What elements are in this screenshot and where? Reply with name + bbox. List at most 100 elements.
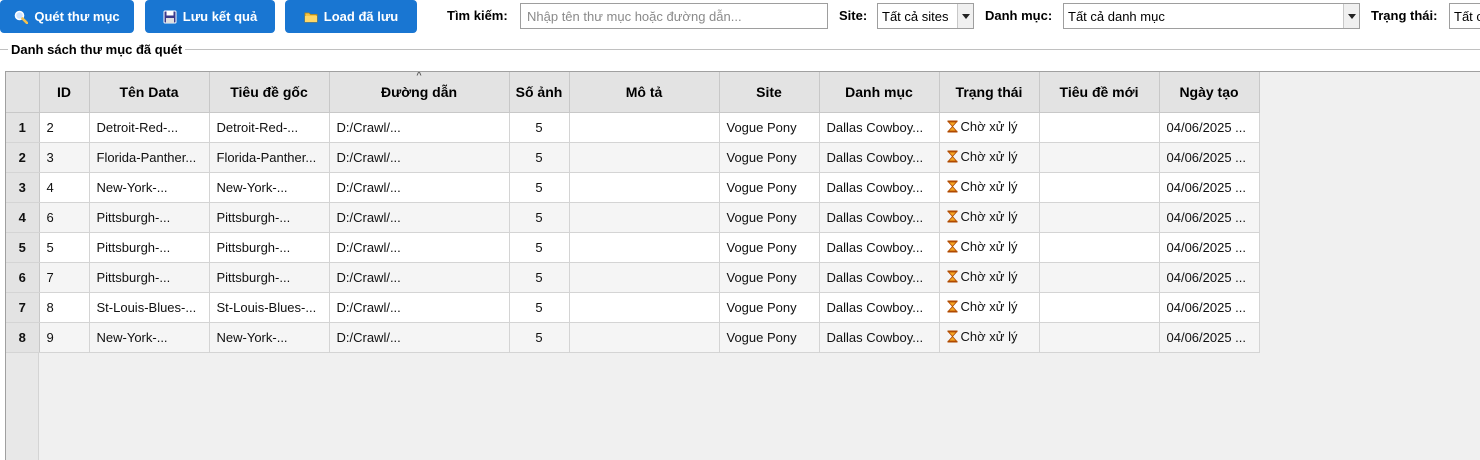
cell-category[interactable]: Dallas Cowboy...: [819, 172, 940, 203]
cell-desc[interactable]: [569, 292, 720, 323]
cell-created[interactable]: 04/06/2025 ...: [1159, 142, 1260, 173]
cell-name[interactable]: New-York-...: [89, 172, 210, 203]
cell-id[interactable]: 6: [39, 202, 90, 233]
cell-status[interactable]: Chờ xử lý: [939, 202, 1040, 233]
cell-desc[interactable]: [569, 142, 720, 173]
cell-new-title[interactable]: [1039, 262, 1160, 293]
cell-site[interactable]: Vogue Pony: [719, 202, 820, 233]
cell-created[interactable]: 04/06/2025 ...: [1159, 322, 1260, 353]
col-header-path[interactable]: ^ Đường dẫn: [329, 72, 510, 113]
cell-name[interactable]: Pittsburgh-...: [89, 202, 210, 233]
cell-desc[interactable]: [569, 172, 720, 203]
cell-status[interactable]: Chờ xử lý: [939, 322, 1040, 353]
table-row[interactable]: 7 8 St-Louis-Blues-... St-Louis-Blues-..…: [6, 292, 1260, 323]
cell-desc[interactable]: [569, 262, 720, 293]
col-header-created[interactable]: Ngày tạo: [1159, 72, 1260, 113]
cell-desc[interactable]: [569, 322, 720, 353]
cell-name[interactable]: Florida-Panther...: [89, 142, 210, 173]
cell-category[interactable]: Dallas Cowboy...: [819, 262, 940, 293]
cell-images[interactable]: 5: [509, 142, 570, 173]
cell-status[interactable]: Chờ xử lý: [939, 232, 1040, 263]
row-header[interactable]: 2: [6, 142, 40, 173]
cell-category[interactable]: Dallas Cowboy...: [819, 142, 940, 173]
cell-images[interactable]: 5: [509, 202, 570, 233]
cell-path[interactable]: D:/Crawl/...: [329, 172, 510, 203]
cell-images[interactable]: 5: [509, 292, 570, 323]
cell-name[interactable]: Pittsburgh-...: [89, 262, 210, 293]
cell-id[interactable]: 3: [39, 142, 90, 173]
folder-grid[interactable]: ID Tên Data Tiêu đề gốc ^ Đường dẫn Số ả…: [5, 71, 1480, 460]
cell-orig-title[interactable]: Pittsburgh-...: [209, 232, 330, 263]
cell-created[interactable]: 04/06/2025 ...: [1159, 202, 1260, 233]
cell-path[interactable]: D:/Crawl/...: [329, 262, 510, 293]
cell-name[interactable]: New-York-...: [89, 322, 210, 353]
cell-name[interactable]: St-Louis-Blues-...: [89, 292, 210, 323]
cell-site[interactable]: Vogue Pony: [719, 112, 820, 143]
table-row[interactable]: 1 2 Detroit-Red-... Detroit-Red-... D:/C…: [6, 112, 1260, 143]
chevron-down-icon[interactable]: [1343, 4, 1359, 28]
row-header[interactable]: 4: [6, 202, 40, 233]
cell-orig-title[interactable]: St-Louis-Blues-...: [209, 292, 330, 323]
col-header-name[interactable]: Tên Data: [89, 72, 210, 113]
cell-status[interactable]: Chờ xử lý: [939, 142, 1040, 173]
cell-id[interactable]: 5: [39, 232, 90, 263]
cell-path[interactable]: D:/Crawl/...: [329, 202, 510, 233]
cell-site[interactable]: Vogue Pony: [719, 142, 820, 173]
cell-category[interactable]: Dallas Cowboy...: [819, 232, 940, 263]
cell-new-title[interactable]: [1039, 232, 1160, 263]
cell-orig-title[interactable]: Pittsburgh-...: [209, 202, 330, 233]
cell-desc[interactable]: [569, 232, 720, 263]
cell-images[interactable]: 5: [509, 262, 570, 293]
col-header-status[interactable]: Trạng thái: [939, 72, 1040, 113]
cell-new-title[interactable]: [1039, 112, 1160, 143]
category-select[interactable]: Tất cả danh mục: [1063, 3, 1360, 29]
cell-orig-title[interactable]: New-York-...: [209, 172, 330, 203]
cell-site[interactable]: Vogue Pony: [719, 172, 820, 203]
table-row[interactable]: 6 7 Pittsburgh-... Pittsburgh-... D:/Cra…: [6, 262, 1260, 293]
cell-new-title[interactable]: [1039, 142, 1160, 173]
cell-path[interactable]: D:/Crawl/...: [329, 142, 510, 173]
table-row[interactable]: 8 9 New-York-... New-York-... D:/Crawl/.…: [6, 322, 1260, 353]
table-row[interactable]: 5 5 Pittsburgh-... Pittsburgh-... D:/Cra…: [6, 232, 1260, 263]
cell-images[interactable]: 5: [509, 112, 570, 143]
table-row[interactable]: 2 3 Florida-Panther... Florida-Panther..…: [6, 142, 1260, 173]
cell-status[interactable]: Chờ xử lý: [939, 172, 1040, 203]
cell-name[interactable]: Pittsburgh-...: [89, 232, 210, 263]
cell-id[interactable]: 7: [39, 262, 90, 293]
cell-site[interactable]: Vogue Pony: [719, 322, 820, 353]
scan-folder-button[interactable]: Quét thư mục: [0, 0, 134, 33]
cell-id[interactable]: 2: [39, 112, 90, 143]
cell-status[interactable]: Chờ xử lý: [939, 292, 1040, 323]
cell-category[interactable]: Dallas Cowboy...: [819, 112, 940, 143]
cell-desc[interactable]: [569, 202, 720, 233]
cell-created[interactable]: 04/06/2025 ...: [1159, 232, 1260, 263]
cell-id[interactable]: 9: [39, 322, 90, 353]
site-select[interactable]: Tất cả sites: [877, 3, 974, 29]
row-header[interactable]: 5: [6, 232, 40, 263]
col-header-images[interactable]: Số ảnh: [509, 72, 570, 113]
col-header-category[interactable]: Danh mục: [819, 72, 940, 113]
cell-created[interactable]: 04/06/2025 ...: [1159, 292, 1260, 323]
status-select[interactable]: Tất c: [1449, 3, 1480, 29]
cell-path[interactable]: D:/Crawl/...: [329, 232, 510, 263]
cell-status[interactable]: Chờ xử lý: [939, 112, 1040, 143]
cell-images[interactable]: 5: [509, 232, 570, 263]
col-header-orig-title[interactable]: Tiêu đề gốc: [209, 72, 330, 113]
search-input[interactable]: [520, 3, 828, 29]
cell-path[interactable]: D:/Crawl/...: [329, 292, 510, 323]
cell-site[interactable]: Vogue Pony: [719, 262, 820, 293]
cell-created[interactable]: 04/06/2025 ...: [1159, 262, 1260, 293]
cell-status[interactable]: Chờ xử lý: [939, 262, 1040, 293]
table-row[interactable]: 3 4 New-York-... New-York-... D:/Crawl/.…: [6, 172, 1260, 203]
cell-category[interactable]: Dallas Cowboy...: [819, 202, 940, 233]
cell-new-title[interactable]: [1039, 322, 1160, 353]
cell-new-title[interactable]: [1039, 292, 1160, 323]
table-row[interactable]: 4 6 Pittsburgh-... Pittsburgh-... D:/Cra…: [6, 202, 1260, 233]
save-results-button[interactable]: Lưu kết quả: [145, 0, 275, 33]
cell-id[interactable]: 4: [39, 172, 90, 203]
cell-id[interactable]: 8: [39, 292, 90, 323]
cell-created[interactable]: 04/06/2025 ...: [1159, 112, 1260, 143]
cell-created[interactable]: 04/06/2025 ...: [1159, 172, 1260, 203]
cell-name[interactable]: Detroit-Red-...: [89, 112, 210, 143]
corner-header[interactable]: [6, 72, 40, 113]
